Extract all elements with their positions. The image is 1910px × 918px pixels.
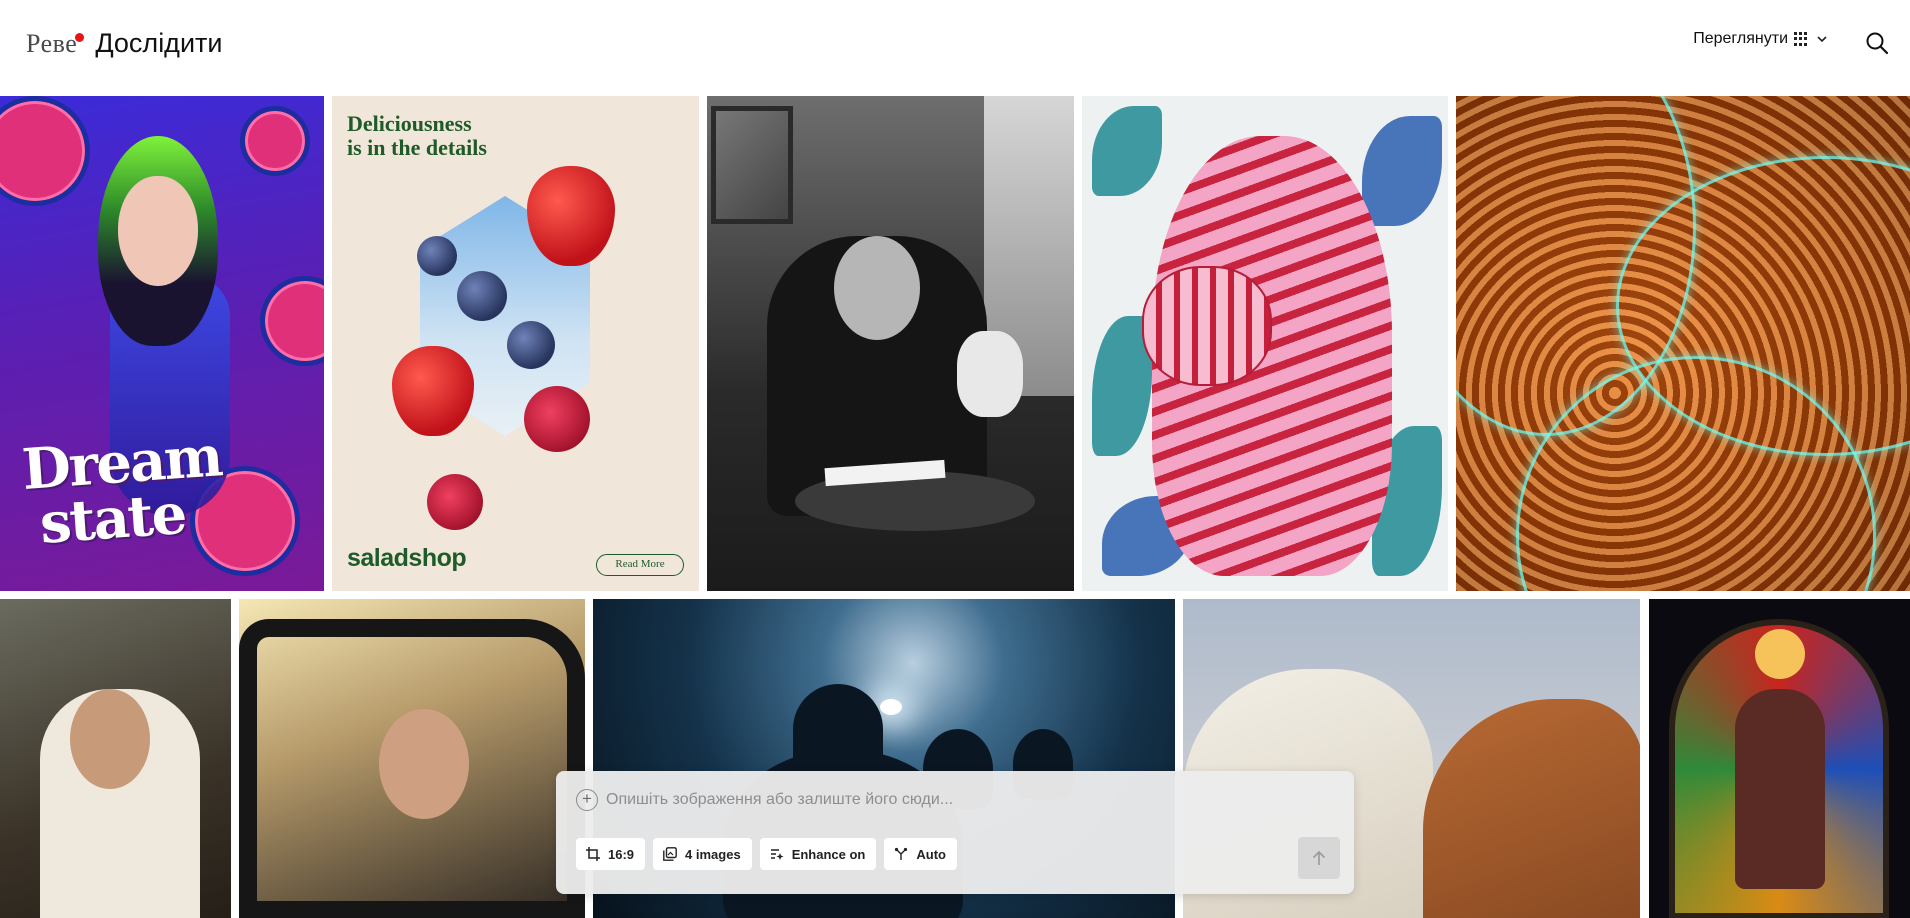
halo [1755, 629, 1805, 679]
grid-icon [1794, 32, 1808, 46]
blueberry [417, 236, 457, 276]
gallery-image-stained-glass[interactable] [1649, 599, 1910, 918]
strawberry [392, 346, 474, 436]
add-image-button[interactable]: + [576, 789, 598, 811]
white-dog [957, 331, 1023, 417]
ad-headline-line: is in the details [347, 135, 487, 160]
logo-dot [75, 33, 85, 42]
gallery-image-dream-state[interactable]: Dream state [0, 96, 324, 591]
brand: Реве Дослідити [26, 28, 222, 59]
tiger-head [1142, 266, 1272, 386]
logo-text: Реве [26, 29, 78, 58]
clock-shape [0, 96, 90, 206]
page-title: Дослідити [95, 28, 223, 58]
aspect-ratio-label: 16:9 [608, 846, 635, 862]
ad-brand: saladshop [347, 544, 467, 572]
top-header: Реве Дослідити Переглянути [0, 0, 1910, 96]
view-menu-label: Переглянути [1693, 30, 1788, 47]
gallery-image-old-man-cafe[interactable] [0, 599, 231, 918]
enhance-toggle[interactable]: Enhance on [759, 838, 877, 870]
ad-headline: Deliciousness is in the details [347, 112, 487, 160]
search-icon[interactable] [1864, 30, 1890, 56]
gallery-image-saladshop[interactable]: Deliciousness is in the details saladsho… [332, 96, 699, 591]
gallery-image-pink-tiger[interactable] [1082, 96, 1448, 591]
gallery-image-man-with-dog[interactable] [707, 96, 1074, 591]
clock-shape [240, 106, 310, 176]
model-mode-button[interactable]: Auto [884, 838, 957, 870]
raspberry [427, 474, 483, 530]
enhance-icon [770, 849, 784, 860]
wall-painting [711, 106, 793, 224]
images-icon [663, 847, 677, 861]
gallery-image-man-in-car[interactable] [239, 599, 585, 918]
aspect-ratio-button[interactable]: 16:9 [576, 838, 646, 870]
send-button[interactable] [1298, 837, 1340, 879]
mode-label: Auto [916, 846, 946, 862]
leaf [1092, 106, 1162, 196]
enhance-label: Enhance on [791, 846, 866, 862]
dream-state-title: Dream state [20, 423, 226, 557]
composer-options: 16:9 4 images Enhance on Auto [576, 838, 957, 870]
read-more-badge: Read More [596, 554, 684, 576]
leaf [1362, 116, 1442, 226]
auto-icon [895, 847, 908, 860]
blueberry [507, 321, 555, 369]
face [118, 176, 198, 286]
reve-logo[interactable]: Реве [26, 29, 85, 59]
man-head [70, 689, 150, 789]
crop-icon [586, 847, 600, 861]
blueberry [457, 271, 507, 321]
arrow-up-icon [1312, 850, 1326, 865]
brown-horse [1423, 699, 1640, 918]
gallery-image-coral[interactable] [1456, 96, 1910, 591]
prompt-composer: + 16:9 4 images Enhance on [556, 771, 1354, 894]
chevron-down-icon [1817, 36, 1827, 43]
man-head [834, 236, 920, 340]
prompt-input[interactable] [606, 783, 1306, 817]
image-count-button[interactable]: 4 images [653, 838, 752, 870]
man-head [379, 709, 469, 819]
clock-shape [260, 276, 324, 366]
saint-figure [1735, 689, 1825, 889]
view-menu-button[interactable]: Переглянути [1693, 30, 1830, 48]
headlamp-light [880, 699, 902, 715]
strawberry [527, 166, 615, 266]
image-count-label: 4 images [685, 846, 741, 862]
raspberry [524, 386, 590, 452]
ad-headline-line: Deliciousness [347, 111, 472, 136]
